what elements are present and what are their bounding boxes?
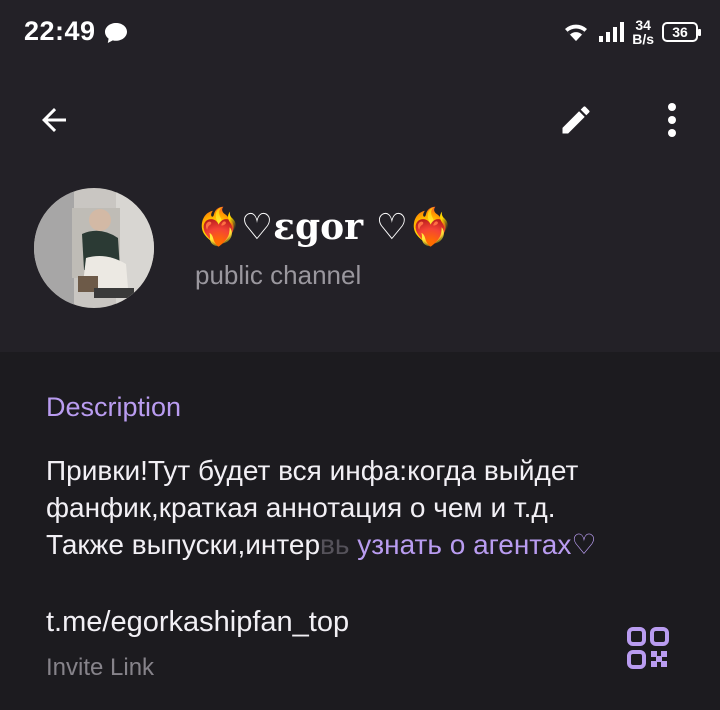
channel-avatar[interactable] (34, 188, 154, 308)
channel-title: ❤️‍🔥♡ɛgor ♡❤️‍🔥 (196, 206, 453, 248)
invite-link[interactable]: t.me/egorkashipfan_top (46, 606, 349, 639)
pencil-icon (562, 106, 590, 134)
channel-type: public channel (195, 260, 362, 290)
status-time: 22:49 (24, 16, 96, 46)
system-icons: 34 B/s 36 (562, 14, 701, 50)
back-button[interactable] (24, 90, 84, 150)
more-vertical-icon (668, 103, 676, 137)
qr-code-icon[interactable] (624, 624, 672, 672)
channel-info: Description Привки!Тут будет вся инфа:ко… (0, 352, 720, 710)
arrow-back-icon (42, 108, 66, 132)
avatar-photo (34, 188, 154, 308)
signal-icon (599, 22, 625, 42)
status-bar: 22:49 34 B/s 36 (0, 0, 720, 68)
description-text: Привки!Тут будет вся инфа:когда выйдет ф… (46, 455, 597, 560)
wifi-icon (565, 24, 588, 41)
read-more-link[interactable]: узнать о агентах♡ (350, 529, 596, 560)
battery-indicator: 36 (662, 22, 701, 42)
description-heading: Description (46, 392, 182, 422)
profile-header: ❤️‍🔥♡ɛgor ♡❤️‍🔥 public channel (0, 68, 720, 352)
network-speed: 34 B/s (632, 17, 654, 47)
chat-bubble-icon (105, 23, 127, 43)
more-options-button[interactable] (642, 90, 702, 150)
edit-button[interactable] (546, 90, 606, 150)
invite-link-label: Invite Link (46, 654, 155, 681)
